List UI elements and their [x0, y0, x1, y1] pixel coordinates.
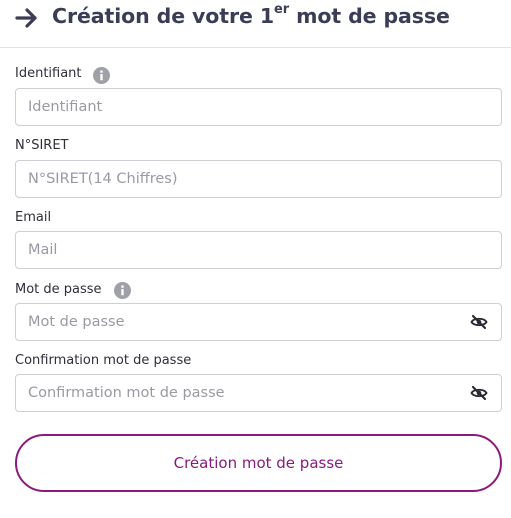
- siret-input[interactable]: [28, 161, 468, 197]
- siret-label: N°SIRET: [15, 138, 69, 153]
- identifiant-input[interactable]: [28, 89, 468, 125]
- confirm-password-input[interactable]: [28, 375, 468, 411]
- identifiant-field[interactable]: [15, 88, 502, 126]
- info-icon[interactable]: [114, 282, 131, 299]
- email-label: Email: [15, 210, 52, 225]
- password-label: Mot de passe: [15, 282, 102, 297]
- create-password-button[interactable]: Création mot de passe: [15, 434, 502, 492]
- eye-slash-icon[interactable]: [470, 385, 488, 401]
- email-input[interactable]: [28, 232, 468, 268]
- identifiant-label: Identifiant: [15, 66, 82, 81]
- confirm-password-field[interactable]: [15, 374, 502, 412]
- password-creation-form: Identifiant N°SIRET Email Mot de passe C…: [0, 0, 511, 518]
- info-icon[interactable]: [93, 67, 110, 84]
- confirm-password-label: Confirmation mot de passe: [15, 353, 192, 368]
- siret-field[interactable]: [15, 160, 502, 198]
- password-input[interactable]: [28, 304, 468, 340]
- password-field[interactable]: [15, 303, 502, 341]
- email-field[interactable]: [15, 231, 502, 269]
- eye-slash-icon[interactable]: [470, 314, 488, 330]
